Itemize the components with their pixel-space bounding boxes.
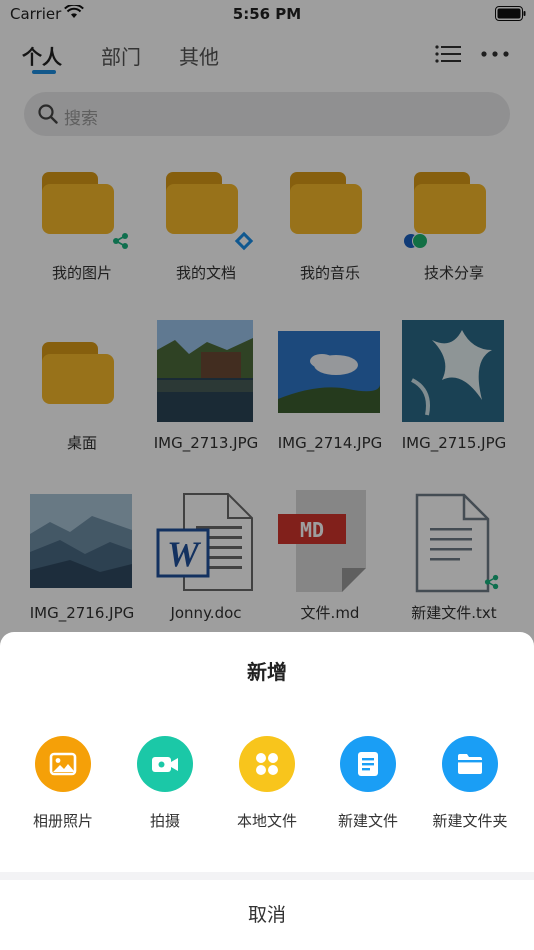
image-icon — [35, 736, 91, 792]
video-camera-icon — [137, 736, 193, 792]
folder-icon — [442, 736, 498, 792]
sheet-divider — [0, 872, 534, 880]
add-action-sheet: 新增 相册照片 拍摄 本地文件 新建文件 新建文件夹 取消 — [0, 632, 534, 950]
action-label: 新建文件夹 — [432, 812, 508, 830]
cancel-button[interactable]: 取消 — [0, 880, 534, 950]
grid-icon — [239, 736, 295, 792]
sheet-title: 新增 — [247, 660, 287, 684]
document-icon — [340, 736, 396, 792]
